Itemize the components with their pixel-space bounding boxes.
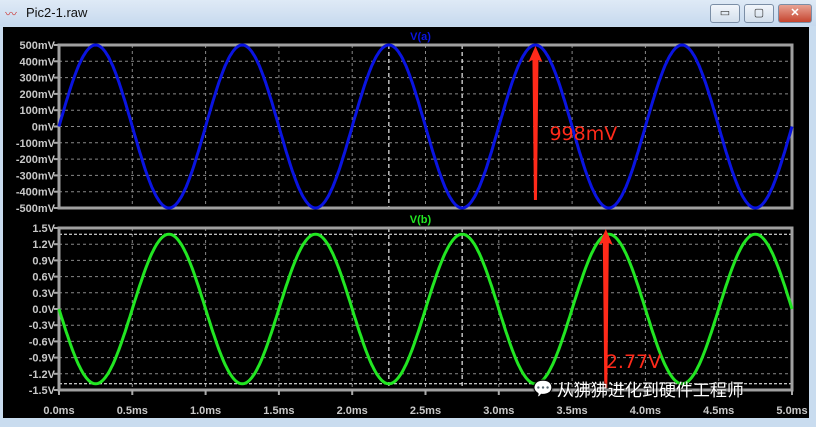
x-tick-label: 3.5ms [556,405,587,417]
annotation-label: 998mV [549,123,617,145]
x-tick-label: 1.0ms [190,405,221,417]
y-tick-label: 0.6V [32,272,55,284]
y-tick-label: 100mV [20,105,56,117]
x-tick-label: 5.0ms [776,405,807,417]
y-tick-label: 200mV [20,89,56,101]
x-tick-label: 2.5ms [410,405,441,417]
x-tick-label: 3.0ms [483,405,514,417]
x-tick-label: 0.0ms [43,405,74,417]
arrow-annotation [528,46,543,200]
y-tick-label: -100mV [16,138,56,150]
x-tick-label: 4.0ms [630,405,661,417]
y-tick-label: -500mV [16,203,56,215]
x-tick-label: 0.5ms [117,405,148,417]
y-tick-label: 0.9V [32,255,55,267]
y-tick-label: -1.2V [29,369,56,381]
y-tick-label: 500mV [20,40,56,52]
trace-label: V(b) [410,214,432,226]
y-tick-label: 300mV [20,73,56,85]
y-tick-label: -200mV [16,154,56,166]
x-tick-label: 4.5ms [703,405,734,417]
y-tick-label: -0.3V [29,320,56,332]
x-tick-label: 2.0ms [337,405,368,417]
annotation-label: 2.77V [606,351,661,373]
waveform-chart[interactable]: 500mV 400mV 300mV 200mV 100mV 0mV -100mV -200mV… [0,0,816,427]
y-tick-label: 0.3V [32,288,55,300]
watermark: 💬 从狒狒进化到硬件工程师 [533,376,744,401]
y-tick-label: -400mV [16,187,56,199]
y-tick-label: 1.5V [32,223,55,235]
y-tick-label: 400mV [20,56,56,68]
watermark-text: 从狒狒进化到硬件工程师 [556,381,744,400]
x-tick-label: 1.5ms [263,405,294,417]
y-tick-label: -0.6V [29,336,56,348]
y-tick-label: 0.0V [32,304,55,316]
y-tick-label: 1.2V [32,239,55,251]
y-tick-label: 0mV [32,122,56,134]
y-tick-label: -0.9V [29,353,56,365]
trace-label: V(a) [410,31,431,43]
y-tick-label: -300mV [16,170,56,182]
y-tick-label: -1.5V [29,385,56,397]
wechat-icon: 💬 [533,380,553,398]
